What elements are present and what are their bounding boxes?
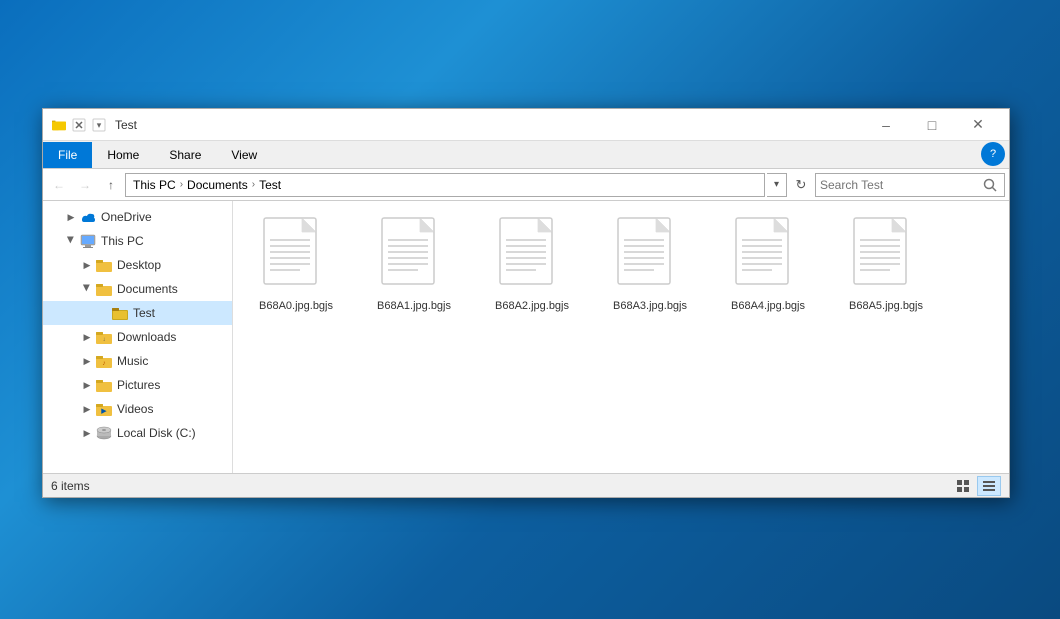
file-name: B68A2.jpg.bgjs	[495, 300, 569, 312]
title-bar-icons: ▾	[51, 118, 107, 132]
sidebar-label-documents: Documents	[117, 282, 178, 296]
view-buttons	[951, 476, 1001, 496]
svg-text:↓: ↓	[103, 337, 106, 343]
sidebar-item-downloads[interactable]: ▶ ↓ Downloads	[43, 325, 232, 349]
close-button[interactable]: ✕	[955, 109, 1001, 141]
refresh-button[interactable]: ↻	[789, 173, 813, 197]
expand-arrow-thispc: ▶	[63, 232, 79, 248]
expand-arrow-videos: ▶	[79, 401, 95, 417]
explorer-window: ▾ Test – □ ✕ File Home Share View ? ← → …	[42, 108, 1010, 498]
search-button[interactable]	[980, 175, 1000, 195]
sidebar-item-onedrive[interactable]: ▶ OneDrive	[43, 205, 232, 229]
file-item[interactable]: B68A5.jpg.bgjs	[831, 209, 941, 319]
path-arrow-2: ›	[252, 179, 255, 190]
sidebar: ▶ OneDrive ▶	[43, 201, 233, 473]
desktop-icon	[95, 256, 113, 274]
window-controls: – □ ✕	[863, 109, 1001, 141]
svg-text:♪: ♪	[102, 360, 106, 367]
back-button[interactable]: ←	[47, 173, 71, 197]
sidebar-label-downloads: Downloads	[117, 330, 176, 344]
search-input[interactable]	[820, 178, 980, 192]
address-dropdown[interactable]: ▾	[767, 173, 787, 197]
sidebar-label-pictures: Pictures	[117, 378, 160, 392]
onedrive-icon	[79, 208, 97, 226]
sidebar-label-localdisk: Local Disk (C:)	[117, 426, 196, 440]
file-item[interactable]: B68A0.jpg.bgjs	[241, 209, 351, 319]
expand-arrow-documents: ▶	[79, 280, 95, 296]
main-content: ▶ OneDrive ▶	[43, 201, 1009, 473]
path-thispc[interactable]: This PC	[130, 177, 179, 193]
file-name: B68A5.jpg.bgjs	[849, 300, 923, 312]
sidebar-label-test: Test	[133, 306, 155, 320]
sidebar-item-desktop[interactable]: ▶ Desktop	[43, 253, 232, 277]
music-icon: ♪	[95, 352, 113, 370]
grid-view-button[interactable]	[951, 476, 975, 496]
address-bar: ← → ↑ This PC › Documents › Test ▾ ↻	[43, 169, 1009, 201]
expand-arrow-desktop: ▶	[79, 257, 95, 273]
file-item[interactable]: B68A1.jpg.bgjs	[359, 209, 469, 319]
downloads-icon: ↓	[95, 328, 113, 346]
minimize-button[interactable]: –	[863, 109, 909, 141]
title-arrow-icon: ▾	[91, 118, 107, 132]
file-area: B68A0.jpg.bgjs B68A1.jpg.bgjs	[233, 201, 1009, 473]
status-item-count: 6 items	[51, 479, 90, 493]
pictures-icon	[95, 376, 113, 394]
tab-view[interactable]: View	[216, 142, 272, 168]
sidebar-item-music[interactable]: ▶ ♪ Music	[43, 349, 232, 373]
maximize-button[interactable]: □	[909, 109, 955, 141]
svg-text:▶: ▶	[101, 408, 107, 415]
file-name: B68A4.jpg.bgjs	[731, 300, 805, 312]
videos-icon: ▶	[95, 400, 113, 418]
status-bar: 6 items	[43, 473, 1009, 497]
title-folder-icon	[51, 118, 67, 132]
sidebar-item-test[interactable]: ▶ Test	[43, 301, 232, 325]
sidebar-label-music: Music	[117, 354, 148, 368]
file-item[interactable]: B68A3.jpg.bgjs	[595, 209, 705, 319]
documents-icon	[95, 280, 113, 298]
tab-share[interactable]: Share	[154, 142, 216, 168]
up-button[interactable]: ↑	[99, 173, 123, 197]
svg-text:▾: ▾	[97, 120, 102, 130]
sidebar-label-desktop: Desktop	[117, 258, 161, 272]
tab-home[interactable]: Home	[92, 142, 154, 168]
expand-arrow-music: ▶	[79, 353, 95, 369]
file-item[interactable]: B68A2.jpg.bgjs	[477, 209, 587, 319]
title-pin-icon	[71, 118, 87, 132]
expand-arrow-downloads: ▶	[79, 329, 95, 345]
expand-arrow-pictures: ▶	[79, 377, 95, 393]
file-name: B68A1.jpg.bgjs	[377, 300, 451, 312]
localdisk-icon	[95, 424, 113, 442]
file-grid: B68A0.jpg.bgjs B68A1.jpg.bgjs	[241, 209, 1001, 319]
help-button[interactable]: ?	[981, 142, 1005, 166]
file-name: B68A3.jpg.bgjs	[613, 300, 687, 312]
ribbon-tabs: File Home Share View ?	[43, 141, 1009, 169]
tab-file[interactable]: File	[43, 142, 92, 168]
sidebar-item-pictures[interactable]: ▶ Pictures	[43, 373, 232, 397]
sidebar-item-videos[interactable]: ▶ ▶ Videos	[43, 397, 232, 421]
file-name: B68A0.jpg.bgjs	[259, 300, 333, 312]
file-item[interactable]: B68A4.jpg.bgjs	[713, 209, 823, 319]
search-box	[815, 173, 1005, 197]
expand-arrow-localdisk: ▶	[79, 425, 95, 441]
window-title: Test	[115, 118, 863, 132]
expand-arrow-onedrive: ▶	[63, 209, 79, 225]
sidebar-item-documents[interactable]: ▶ Documents	[43, 277, 232, 301]
sidebar-label-videos: Videos	[117, 402, 153, 416]
test-folder-icon	[111, 304, 129, 322]
sidebar-item-thispc[interactable]: ▶ This PC	[43, 229, 232, 253]
forward-button[interactable]: →	[73, 173, 97, 197]
sidebar-label-onedrive: OneDrive	[101, 210, 152, 224]
title-bar: ▾ Test – □ ✕	[43, 109, 1009, 141]
path-test[interactable]: Test	[256, 177, 284, 193]
sidebar-label-thispc: This PC	[101, 234, 144, 248]
path-documents[interactable]: Documents	[184, 177, 251, 193]
list-view-button[interactable]	[977, 476, 1001, 496]
sidebar-item-localdisk[interactable]: ▶ Local Disk (C:)	[43, 421, 232, 445]
address-path: This PC › Documents › Test	[125, 173, 765, 197]
thispc-icon	[79, 232, 97, 250]
path-arrow-1: ›	[180, 179, 183, 190]
